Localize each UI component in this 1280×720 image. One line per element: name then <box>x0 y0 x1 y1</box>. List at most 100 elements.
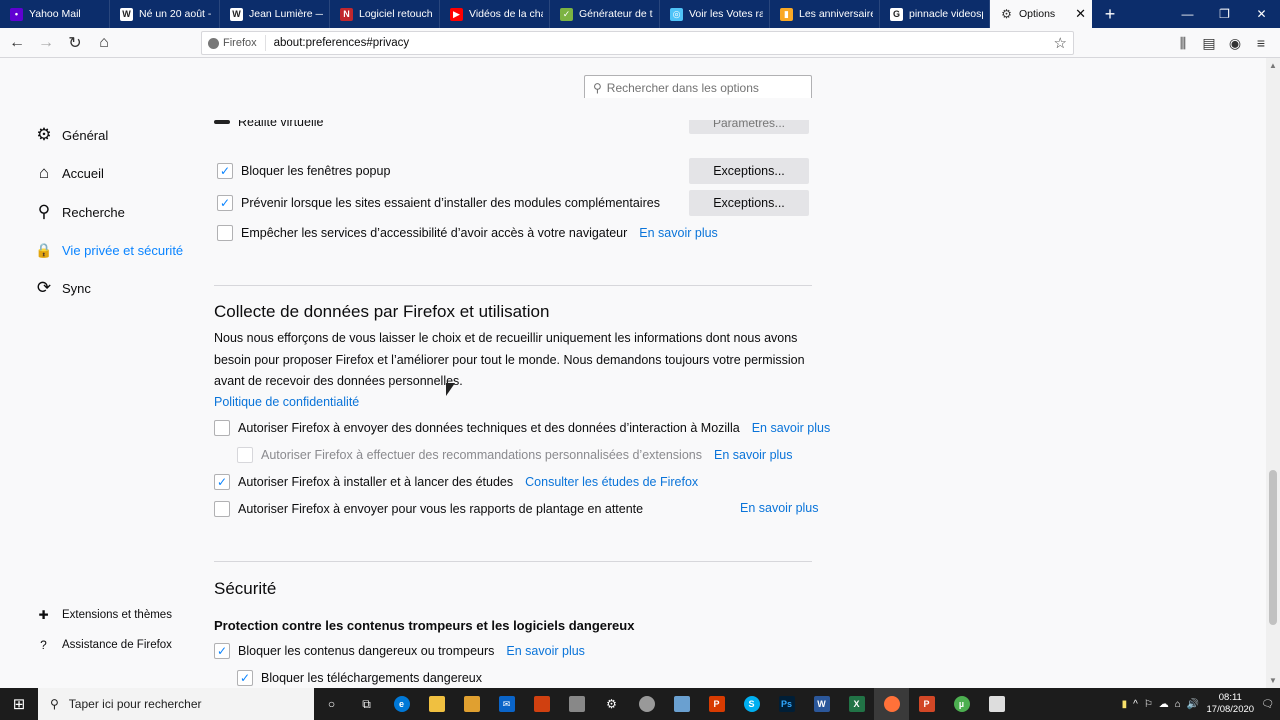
skype-icon[interactable]: S <box>734 688 769 720</box>
clock[interactable]: 08:11 17/08/2020 <box>1205 692 1255 716</box>
scanner-icon[interactable] <box>559 688 594 720</box>
cortana-icon[interactable]: ○ <box>314 688 349 720</box>
scroll-mask <box>214 98 814 120</box>
popup-row[interactable]: ✓ Bloquer les fenêtres popup <box>217 163 390 179</box>
settings-icon[interactable]: ⚙ <box>594 688 629 720</box>
word-icon[interactable]: W <box>804 688 839 720</box>
block-dangerous-checkbox[interactable]: ✓ <box>214 643 230 659</box>
account-icon[interactable]: ◉ <box>1222 35 1248 52</box>
powerpoint-icon[interactable]: P <box>909 688 944 720</box>
scrollbar-thumb[interactable] <box>1269 470 1277 625</box>
app-window-icon[interactable] <box>979 688 1014 720</box>
app-red-icon[interactable] <box>524 688 559 720</box>
notes-icon[interactable]: ▮ <box>1122 699 1128 710</box>
file-explorer-icon[interactable] <box>419 688 454 720</box>
sidebar-item[interactable]: ⚲ Recherche <box>35 202 125 221</box>
recommendations-learn-more-link[interactable]: En savoir plus <box>714 448 793 462</box>
crash-reports-checkbox[interactable] <box>214 501 230 517</box>
network-icon[interactable]: ⌂ <box>1175 699 1181 710</box>
studies-row[interactable]: ✓ Autoriser Firefox à installer et à lan… <box>214 474 698 490</box>
accessibility-row[interactable]: Empêcher les services d’accessibilité d’… <box>217 225 718 241</box>
crash-learn-more-link[interactable]: En savoir plus <box>740 501 819 515</box>
tab[interactable]: W Jean Lumière — V <box>220 0 330 28</box>
onedrive-icon[interactable]: ☁ <box>1159 699 1169 710</box>
app-gray-icon[interactable] <box>629 688 664 720</box>
studies-link[interactable]: Consulter les études de Firefox <box>525 475 698 489</box>
studies-checkbox[interactable]: ✓ <box>214 474 230 490</box>
sidebar-item[interactable]: ⟳ Sync <box>35 278 91 297</box>
home-button[interactable]: ⌂ <box>91 30 117 56</box>
url-text[interactable]: about:preferences#privacy <box>266 37 410 49</box>
close-window-button[interactable]: ✕ <box>1243 0 1280 28</box>
edge-icon[interactable]: e <box>384 688 419 720</box>
taskbar-search-input[interactable]: ⚲ Taper ici pour rechercher <box>38 688 314 720</box>
scrollbar[interactable]: ▲ ▼ <box>1266 58 1280 688</box>
block-dangerous-learn-more-link[interactable]: En savoir plus <box>506 644 585 658</box>
url-bar[interactable]: Firefox about:preferences#privacy ☆ <box>201 31 1074 55</box>
tray-app-icon[interactable]: ⚐ <box>1144 699 1153 710</box>
identity-label: Firefox <box>223 37 257 49</box>
section-divider <box>214 561 812 562</box>
torrent-icon[interactable]: µ <box>944 688 979 720</box>
task-view-icon[interactable]: ⧉ <box>349 688 384 720</box>
addons-checkbox[interactable]: ✓ <box>217 195 233 211</box>
notifications-icon[interactable]: 🗨 <box>1261 699 1274 710</box>
tab[interactable]: • Yahoo Mail <box>0 0 110 28</box>
library-icon[interactable]: ⫼ <box>1170 35 1196 52</box>
google-icon: G <box>890 7 903 21</box>
photoshop-icon[interactable]: Ps <box>769 688 804 720</box>
block-downloads-checkbox[interactable]: ✓ <box>237 670 253 686</box>
tab[interactable]: ✓ Générateur de titr <box>550 0 660 28</box>
addons-exceptions-button[interactable]: Exceptions... <box>689 190 809 216</box>
sidebar-footer-link[interactable]: ? Assistance de Firefox <box>37 638 172 652</box>
telemetry-learn-more-link[interactable]: En savoir plus <box>752 421 831 435</box>
data-collection-heading: Collecte de données par Firefox et utili… <box>214 302 550 321</box>
app-blue-icon[interactable] <box>664 688 699 720</box>
tab[interactable]: Gpinnacle videospi <box>880 0 990 28</box>
tab-options[interactable]: ⚙ Options ✕ <box>990 0 1092 28</box>
maximize-button[interactable]: ❐ <box>1206 0 1243 28</box>
identity-box[interactable]: Firefox <box>202 35 266 51</box>
sidebar-item[interactable]: ⌂ Accueil <box>35 163 104 182</box>
telemetry-row[interactable]: Autoriser Firefox à envoyer des données … <box>214 420 830 436</box>
telemetry-checkbox[interactable] <box>214 420 230 436</box>
firefox-taskbar-icon[interactable] <box>874 688 909 720</box>
bookmark-star-icon[interactable]: ☆ <box>1054 34 1067 52</box>
scroll-up-icon[interactable]: ▲ <box>1266 61 1280 70</box>
tab[interactable]: W Né un 20 août - T <box>110 0 220 28</box>
tab-label: Générateur de titr <box>579 8 653 20</box>
tab[interactable]: ▮ Les anniversaires c <box>770 0 880 28</box>
app-pdf-icon[interactable]: P <box>699 688 734 720</box>
back-button[interactable]: ← <box>4 30 30 56</box>
minimize-button[interactable]: — <box>1169 0 1206 28</box>
sidebar-item[interactable]: 🔒 Vie privée et sécurité <box>35 241 183 259</box>
store-icon[interactable] <box>454 688 489 720</box>
chevron-up-icon[interactable]: ^ <box>1133 699 1138 710</box>
sidebar-toggle-icon[interactable]: ▤ <box>1196 35 1222 52</box>
tab[interactable]: ◎ Voir les Votes rap <box>660 0 770 28</box>
forward-button[interactable]: → <box>33 30 59 56</box>
sidebar-footer-link[interactable]: ✚ Extensions et thèmes <box>37 608 171 622</box>
tab[interactable]: ▶ Vidéos de la chaî <box>440 0 550 28</box>
wikipedia-icon: W <box>230 7 243 21</box>
volume-icon[interactable]: 🔊 <box>1187 699 1199 710</box>
popup-exceptions-button[interactable]: Exceptions... <box>689 158 809 184</box>
windows-start-button[interactable]: ⊞ <box>0 688 38 720</box>
scroll-down-icon[interactable]: ▼ <box>1266 676 1280 685</box>
new-tab-button[interactable]: + <box>1092 0 1128 28</box>
menu-icon[interactable]: ≡ <box>1248 35 1274 51</box>
accessibility-learn-more-link[interactable]: En savoir plus <box>639 226 718 240</box>
popup-checkbox[interactable]: ✓ <box>217 163 233 179</box>
mail-icon[interactable]: ✉ <box>489 688 524 720</box>
excel-icon[interactable]: X <box>839 688 874 720</box>
block-downloads-row[interactable]: ✓ Bloquer les téléchargements dangereux <box>237 670 482 686</box>
addons-row[interactable]: ✓ Prévenir lorsque les sites essaient d’… <box>217 195 660 211</box>
block-dangerous-row[interactable]: ✓ Bloquer les contenus dangereux ou trom… <box>214 643 585 659</box>
reload-button[interactable]: ↻ <box>62 30 88 56</box>
close-tab-icon[interactable]: ✕ <box>1075 6 1086 22</box>
sidebar-item[interactable]: ⚙ Général <box>35 125 108 144</box>
tab[interactable]: N Logiciel retouche <box>330 0 440 28</box>
accessibility-checkbox[interactable] <box>217 225 233 241</box>
crash-reports-row[interactable]: Autoriser Firefox à envoyer pour vous le… <box>214 501 643 517</box>
privacy-policy-link[interactable]: Politique de confidentialité <box>214 395 359 409</box>
